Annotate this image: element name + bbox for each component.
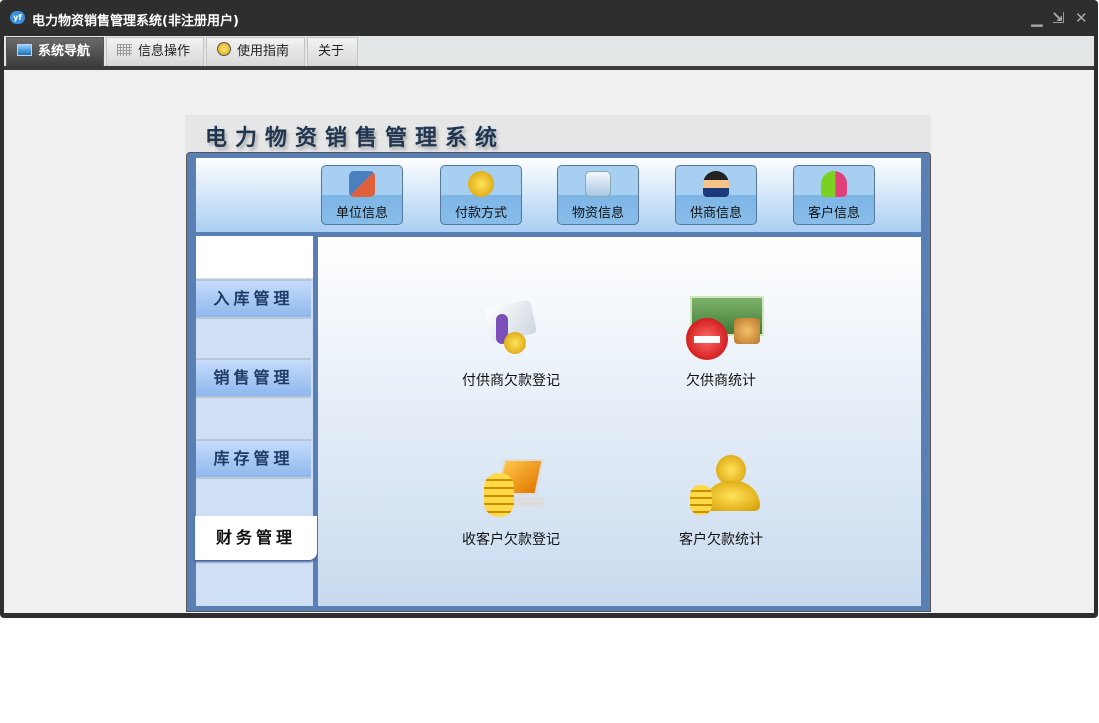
receive-customer-debt-item[interactable]: 收客户欠款登记 <box>431 455 591 549</box>
button-label: 单位信息 <box>335 206 388 221</box>
function-label: 付供商欠款登记 <box>462 373 560 389</box>
title-bar: yf 电力物资销售管理系统(非注册用户) ▁ ⇲ ✕ <box>0 0 1098 36</box>
tab-bar: 系统导航 信息操作 使用指南 关于 <box>4 36 1094 66</box>
window-title: 电力物资销售管理系统(非注册用户) <box>32 14 239 29</box>
main-panel <box>318 237 921 606</box>
coins-icon <box>468 171 494 197</box>
customer-info-button[interactable]: 客户信息 <box>793 165 875 225</box>
tab-system-nav[interactable]: 系统导航 <box>6 37 104 66</box>
tab-info-ops[interactable]: 信息操作 <box>106 37 204 66</box>
payment-method-button[interactable]: 付款方式 <box>440 165 522 225</box>
button-label: 物资信息 <box>571 206 624 221</box>
grid-icon <box>117 44 132 56</box>
sidebar-spacer <box>196 236 313 278</box>
monitor-icon <box>17 44 32 56</box>
sidebar-item-label: 财务管理 <box>215 528 296 547</box>
tab-about[interactable]: 关于 <box>307 37 358 66</box>
button-label: 客户信息 <box>807 206 860 221</box>
button-label: 供商信息 <box>689 206 742 221</box>
banner-title: 电力物资销售管理系统 <box>205 125 506 151</box>
tab-label: 使用指南 <box>237 44 290 59</box>
tab-label: 系统导航 <box>38 44 91 59</box>
banner: 电力物资销售管理系统 <box>185 115 931 152</box>
supplier-debt-stats-item[interactable]: 欠供商统计 <box>641 296 801 390</box>
sidebar-item-label: 库存管理 <box>213 449 294 468</box>
unit-info-button[interactable]: 单位信息 <box>321 165 403 225</box>
material-info-button[interactable]: 物资信息 <box>557 165 639 225</box>
restore-icon[interactable]: ⇲ <box>1052 9 1065 27</box>
close-icon[interactable]: ✕ <box>1075 9 1088 27</box>
person-icon <box>703 171 729 197</box>
tab-label: 关于 <box>318 44 345 59</box>
sidebar-item-label: 入库管理 <box>213 289 294 308</box>
help-icon <box>217 42 231 56</box>
tab-label: 信息操作 <box>138 44 191 59</box>
app-logo-icon: yf <box>10 11 25 24</box>
customer-debt-stats-item[interactable]: 客户欠款统计 <box>641 455 801 549</box>
laptop-coins-icon <box>476 455 546 521</box>
tab-guide[interactable]: 使用指南 <box>206 37 305 66</box>
function-label: 收客户欠款登记 <box>462 532 560 548</box>
sidebar-item-finance[interactable]: 财务管理 <box>195 516 317 560</box>
pay-supplier-debt-item[interactable]: 付供商欠款登记 <box>431 296 591 390</box>
sidebar-item-label: 销售管理 <box>213 368 294 387</box>
sidebar-item-inbound[interactable]: 入库管理 <box>196 279 311 319</box>
button-label: 付款方式 <box>454 206 507 221</box>
minimize-icon[interactable]: ▁ <box>1031 9 1043 27</box>
supplier-info-button[interactable]: 供商信息 <box>675 165 757 225</box>
house-icon <box>349 171 375 197</box>
function-label: 欠供商统计 <box>686 373 756 389</box>
users-icon <box>821 171 847 197</box>
documents-icon <box>585 171 611 197</box>
function-label: 客户欠款统计 <box>679 532 763 548</box>
sidebar-item-inventory[interactable]: 库存管理 <box>196 439 311 479</box>
presentation-coins-icon <box>476 296 546 362</box>
sidebar-item-sales[interactable]: 销售管理 <box>196 358 311 398</box>
money-no-entry-icon <box>686 296 764 362</box>
gold-person-icon <box>686 455 760 521</box>
